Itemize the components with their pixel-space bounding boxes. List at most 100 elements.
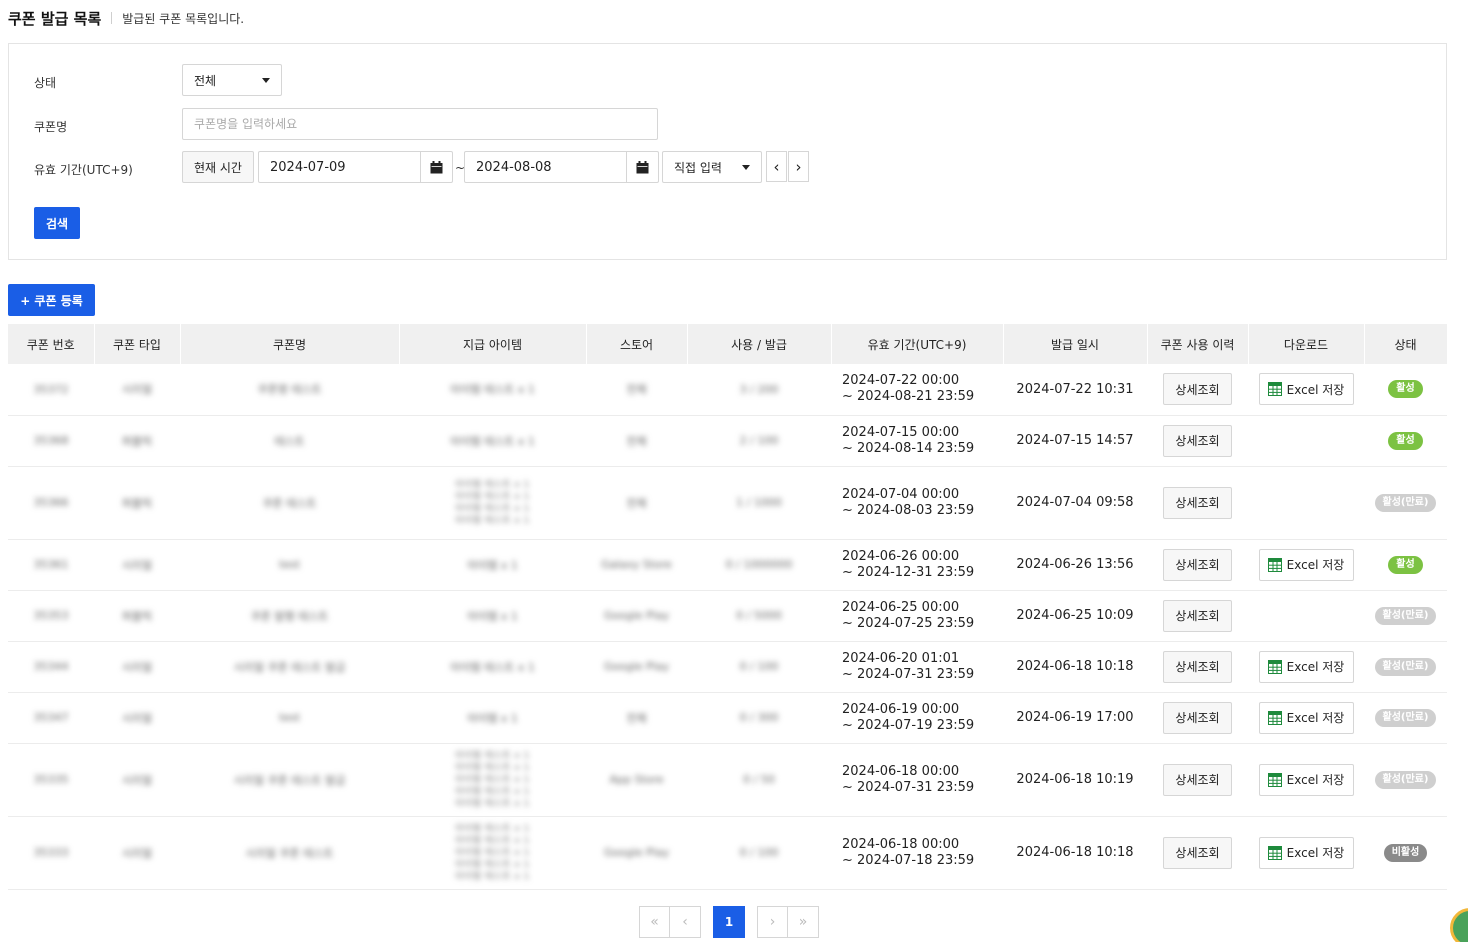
cell-coupon-id-value: 35333 [33, 846, 69, 859]
cell-item-value: 아이템 x 1 [467, 609, 518, 623]
assistant-avatar[interactable] [1450, 908, 1468, 942]
cell-history: 상세조회 [1147, 641, 1248, 693]
detail-view-button[interactable]: 상세조회 [1163, 548, 1232, 581]
first-page-button[interactable]: « [639, 906, 670, 938]
status-select-value: 전체 [194, 73, 217, 88]
period-end: ~ 2024-07-19 23:59 [842, 717, 975, 733]
calendar-icon[interactable] [626, 152, 658, 182]
table-row: 35335 시리얼 시리얼 쿠폰 테스트 발급 아이템 테스트 x 1 아이템 테스트 … [8, 743, 1447, 817]
detail-view-button[interactable]: 상세조회 [1163, 373, 1232, 406]
cell-coupon-type-value: 시리얼 [121, 846, 153, 860]
col-header: 상태 [1364, 324, 1448, 364]
cell-coupon-type-value: 시리얼 [121, 558, 153, 572]
detail-view-button[interactable]: 상세조회 [1163, 599, 1232, 632]
next-page-button[interactable]: › [757, 906, 788, 938]
cell-usage: 2 / 100 [687, 415, 831, 467]
detail-view-button[interactable]: 상세조회 [1163, 486, 1232, 519]
cell-status: 비활성 [1364, 816, 1447, 890]
cell-store: App Store [586, 743, 687, 817]
period-start: 2024-06-18 00:00 [842, 763, 960, 779]
cell-status: 활성(만료) [1364, 590, 1447, 642]
excel-download-button[interactable]: Excel 저장 [1258, 701, 1354, 734]
now-time-button[interactable]: 현재 시간 [182, 151, 254, 183]
period-start: 2024-06-26 00:00 [842, 548, 960, 564]
range-mode-select[interactable]: 직접 입력 [662, 151, 762, 183]
cell-item-value: 아이템 테스트 x 1 아이템 테스트 x 1 아이템 테스트 x 1 아이템 테스트… [455, 823, 530, 883]
cell-issued: 2024-06-25 10:09 [1003, 590, 1147, 642]
cell-item: 아이템 x 1 [399, 692, 586, 744]
col-header: 쿠폰명 [180, 324, 400, 364]
cell-status: 활성 [1364, 539, 1447, 591]
start-date-field[interactable]: 2024-07-09 [258, 151, 453, 183]
table-row: 35333 시리얼 시리얼 쿠폰 테스트 아이템 테스트 x 1 아이템 테스트 x 1… [8, 816, 1447, 890]
cell-usage: 0 / 100 [687, 816, 831, 890]
end-date-field[interactable]: 2024-08-08 [464, 151, 659, 183]
status-badge: 활성(만료) [1374, 708, 1437, 727]
excel-download-button[interactable]: Excel 저장 [1258, 650, 1354, 683]
cell-store-value: 전체 [626, 496, 647, 510]
cell-status: 활성(만료) [1364, 641, 1447, 693]
status-badge: 비활성 [1383, 843, 1428, 862]
period-start: 2024-06-25 00:00 [842, 599, 960, 615]
cell-issued: 2024-06-18 10:19 [1003, 743, 1147, 817]
search-button[interactable]: 검색 [34, 207, 80, 239]
excel-download-button[interactable]: Excel 저장 [1258, 836, 1354, 869]
cell-issued: 2024-07-22 10:31 [1003, 364, 1147, 416]
cell-period: 2024-06-25 00:00 ~ 2024-07-25 23:59 [831, 590, 1003, 642]
item-line: 아이템 테스트 x 1 [455, 871, 530, 882]
table-header-row: 쿠폰 번호 쿠폰 타입 쿠폰명 지급 아이템 스토어 사용 / 발급 유효 기간… [8, 324, 1448, 364]
cell-coupon-id: 35333 [8, 816, 94, 890]
prev-range-button[interactable]: ‹ [766, 151, 787, 182]
cell-coupon-id-value: 35344 [33, 660, 69, 673]
cell-download: Excel 저장 [1248, 816, 1364, 890]
excel-download-label: Excel 저장 [1286, 846, 1345, 860]
cell-coupon-type-value: 시리얼 [121, 711, 153, 725]
detail-view-button[interactable]: 상세조회 [1163, 836, 1232, 869]
excel-download-label: Excel 저장 [1286, 660, 1345, 674]
cell-store-value: Google Play [603, 609, 670, 622]
item-line: 아이템 테스트 x 1 [455, 762, 530, 773]
item-line: 아이템 테스트 x 1 [455, 859, 530, 870]
cell-coupon-name: 시리얼 쿠폰 테스트 발급 [180, 743, 399, 817]
cell-coupon-id: 35353 [8, 590, 94, 642]
cell-coupon-type: 시리얼 [94, 641, 180, 693]
cell-coupon-name: test [180, 692, 399, 744]
excel-download-button[interactable]: Excel 저장 [1258, 373, 1354, 406]
item-line: 아이템 테스트 x 1 [455, 786, 530, 797]
period-end: ~ 2024-12-31 23:59 [842, 564, 975, 580]
calendar-icon[interactable] [420, 152, 452, 182]
cell-usage-value: 0 / 100 [739, 846, 779, 859]
last-page-button[interactable]: » [788, 906, 819, 938]
cell-coupon-name: 쿠폰 테스트 [180, 466, 399, 540]
prev-page-button[interactable]: ‹ [670, 906, 701, 938]
detail-view-button[interactable]: 상세조회 [1163, 763, 1232, 796]
spreadsheet-icon [1267, 382, 1282, 397]
page-button-current[interactable]: 1 [713, 906, 745, 938]
cell-issued: 2024-07-15 14:57 [1003, 415, 1147, 467]
cell-store: Galaxy Store [586, 539, 687, 591]
cell-store-value: Google Play [603, 660, 670, 673]
coupon-name-input[interactable] [182, 108, 658, 140]
detail-view-button[interactable]: 상세조회 [1163, 424, 1232, 457]
next-range-button[interactable]: › [788, 151, 809, 182]
detail-view-button[interactable]: 상세조회 [1163, 650, 1232, 683]
table-row: 35372 시리얼 쿠폰명 테스트 아이템 테스트 x 1 전체 3 / 200 2024-… [8, 364, 1447, 416]
cell-download: Excel 저장 [1248, 692, 1364, 744]
cell-coupon-id-value: 35353 [33, 609, 69, 622]
detail-view-button[interactable]: 상세조회 [1163, 701, 1232, 734]
cell-usage: 0 / 50 [687, 743, 831, 817]
item-line: 아이템 테스트 x 1 [455, 479, 530, 490]
cell-store: Google Play [586, 641, 687, 693]
item-line: 아이템 테스트 x 1 [455, 491, 530, 502]
cell-item: 아이템 테스트 x 1 [399, 364, 586, 416]
cell-store: 전체 [586, 692, 687, 744]
cell-download [1248, 590, 1364, 642]
excel-download-button[interactable]: Excel 저장 [1258, 763, 1354, 796]
cell-download: Excel 저장 [1248, 641, 1364, 693]
excel-download-button[interactable]: Excel 저장 [1258, 548, 1354, 581]
cell-usage-value: 0 / 1000000 [725, 558, 793, 571]
table-row: 35344 시리얼 시리얼 쿠폰 테스트 발급 아이템 테스트 x 1 Google P… [8, 641, 1447, 693]
status-select[interactable]: 전체 [182, 64, 282, 96]
cell-store-value: Google Play [603, 846, 670, 859]
register-coupon-button[interactable]: + 쿠폰 등록 [8, 284, 95, 316]
